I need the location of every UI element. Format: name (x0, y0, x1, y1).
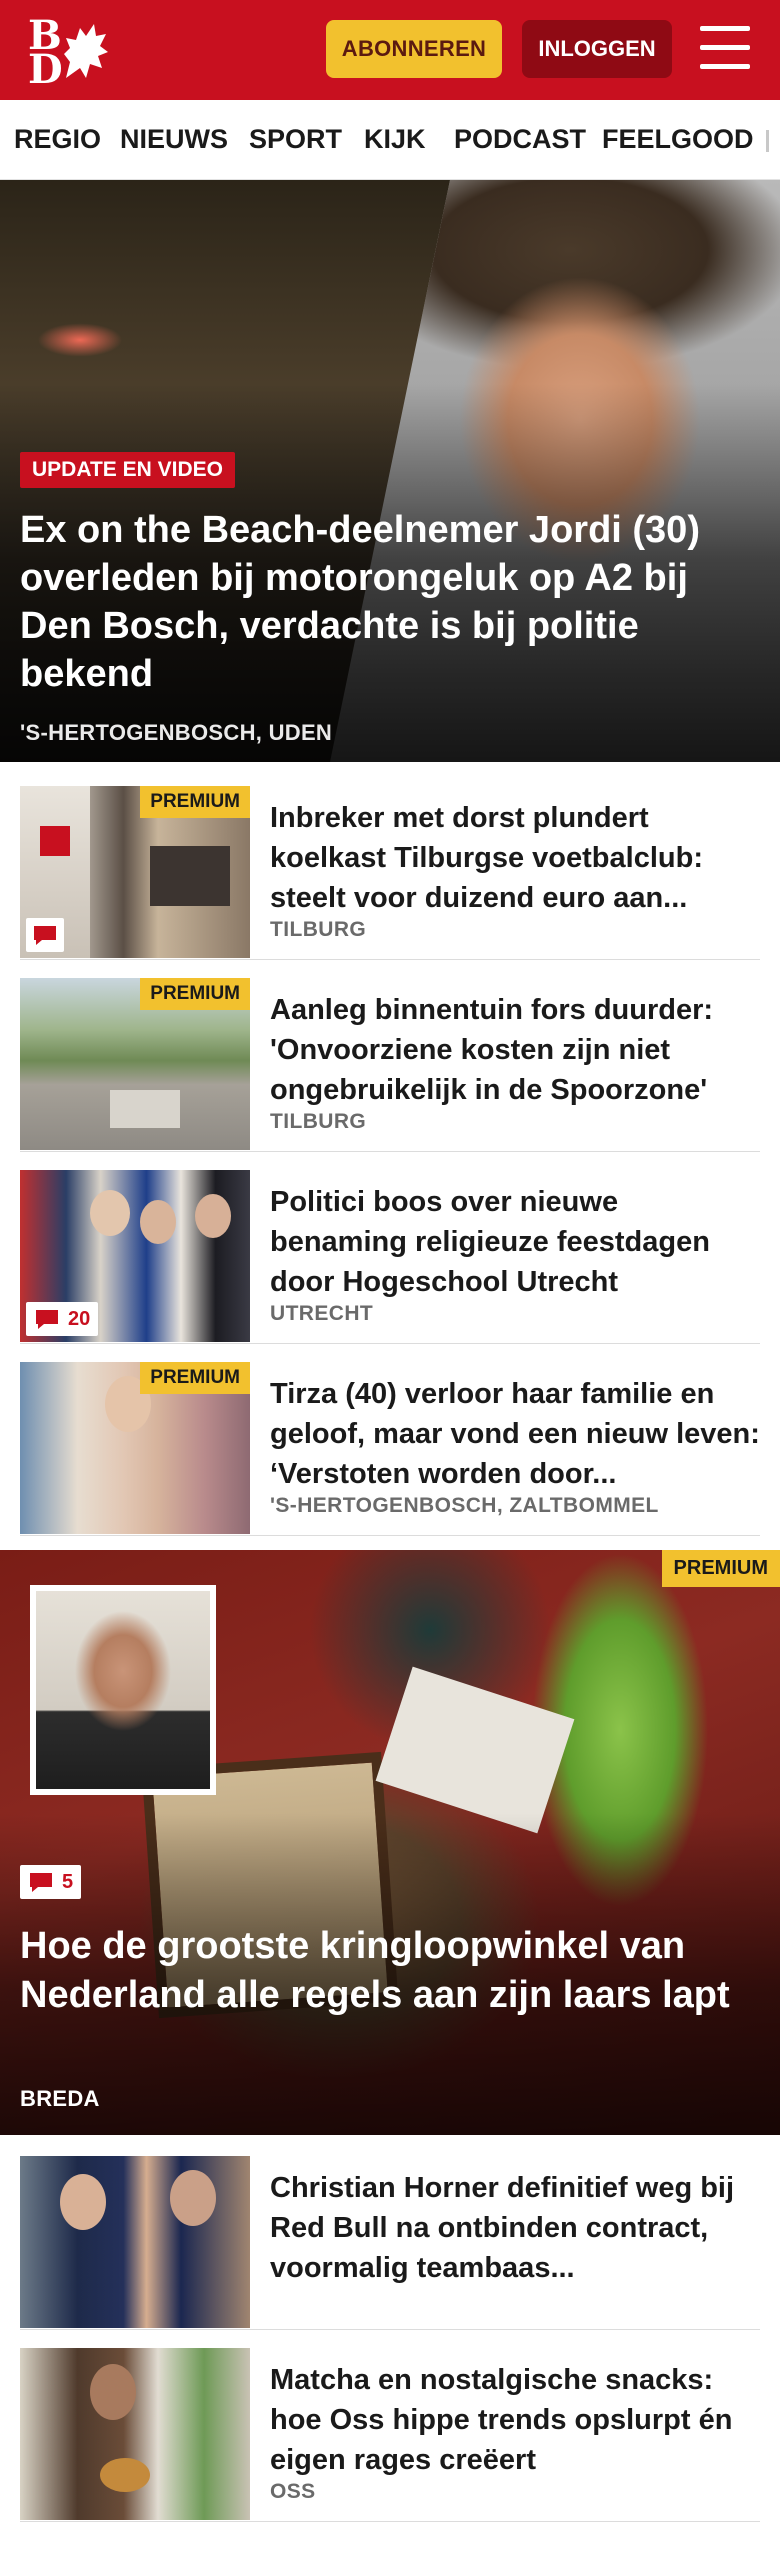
comment-count: 5 (62, 1870, 74, 1893)
bd-logo[interactable]: B D (26, 16, 116, 90)
article-location: UTRECHT (270, 1302, 374, 1325)
hero-location: 'S-HERTOGENBOSCH, UDEN (20, 720, 333, 745)
comment-icon (30, 1873, 52, 1892)
subscribe-button[interactable]: ABONNEREN (326, 20, 502, 78)
nav-item-feelgood[interactable]: FEELGOOD (602, 124, 754, 155)
comment-icon (36, 1310, 58, 1329)
nav-item-sport[interactable]: SPORT (249, 124, 342, 155)
premium-badge: PREMIUM (140, 786, 250, 818)
article-thumbnail: PREMIUM (20, 1362, 250, 1534)
article-thumbnail (20, 2348, 250, 2520)
nav-item-nieuws[interactable]: NIEUWS (120, 124, 228, 155)
comment-icon (34, 926, 56, 945)
hero-title[interactable]: Ex on the Beach-deelnemer Jordi (30) ove… (20, 506, 760, 698)
article-title[interactable]: Inbreker met dorst plundert koelkast Til… (270, 798, 760, 918)
article-title[interactable]: Christian Horner definitief weg bij Red … (270, 2168, 760, 2288)
article-title[interactable]: Politici boos over nieuwe benaming relig… (270, 1182, 760, 1302)
comment-badge[interactable]: 20 (26, 1302, 99, 1336)
article-location: TILBURG (270, 1110, 367, 1133)
premium-badge: PREMIUM (140, 1362, 250, 1394)
comment-count: 20 (68, 1307, 91, 1330)
list-item[interactable]: PREMIUM Inbreker met dorst plundert koel… (20, 768, 760, 960)
comment-badge[interactable]: 5 (20, 1865, 82, 1899)
comment-badge[interactable] (26, 918, 64, 952)
feature-location: BREDA (20, 2086, 100, 2111)
feature-article[interactable]: PREMIUM 5 Hoe de grootste kringloopwinke… (0, 1550, 780, 2135)
login-button[interactable]: INLOGGEN (522, 20, 672, 78)
nav-item-kijk[interactable]: KIJK (364, 124, 426, 155)
article-title[interactable]: Tirza (40) verloor haar familie en geloo… (270, 1374, 760, 1494)
list-item[interactable]: PREMIUM Tirza (40) verloor haar familie … (20, 1344, 760, 1536)
list-item[interactable]: Matcha en nostalgische snacks: hoe Oss h… (20, 2330, 760, 2522)
nav-item-podcast[interactable]: PODCAST (454, 124, 586, 155)
article-thumbnail (20, 2156, 250, 2328)
nav-item-regio[interactable]: REGIO (14, 124, 101, 155)
premium-badge: PREMIUM (140, 978, 250, 1010)
list-item[interactable]: Christian Horner definitief weg bij Red … (20, 2138, 760, 2330)
top-bar: B D ABONNEREN INLOGGEN (0, 0, 780, 100)
premium-badge: PREMIUM (661, 1550, 780, 1587)
article-location: OSS (270, 2480, 316, 2503)
article-title[interactable]: Aanleg binnentuin fors duurder: 'Onvoorz… (270, 990, 760, 1110)
article-location: TILBURG (270, 918, 367, 941)
article-thumbnail: PREMIUM (20, 978, 250, 1150)
article-location: 'S-HERTOGENBOSCH, ZALTBOMMEL (270, 1494, 659, 1517)
lion-icon (64, 24, 108, 78)
hero-tag: UPDATE EN VIDEO (20, 452, 235, 488)
feature-title[interactable]: Hoe de grootste kringloopwinkel van Nede… (20, 1922, 760, 2020)
article-thumbnail: 20 (20, 1170, 250, 1342)
list-item[interactable]: 20 Politici boos over nieuwe benaming re… (20, 1152, 760, 1344)
hero-article[interactable]: UPDATE EN VIDEO Ex on the Beach-deelneme… (0, 180, 780, 762)
author-avatar (30, 1585, 216, 1795)
menu-icon[interactable] (700, 26, 750, 70)
list-item[interactable]: PREMIUM Aanleg binnentuin fors duurder: … (20, 960, 760, 1152)
article-title[interactable]: Matcha en nostalgische snacks: hoe Oss h… (270, 2360, 760, 2480)
article-thumbnail: PREMIUM (20, 786, 250, 958)
main-nav: REGIO NIEUWS SPORT KIJK PODCAST FEELGOOD (0, 100, 780, 180)
nav-overflow-hint (766, 130, 769, 152)
